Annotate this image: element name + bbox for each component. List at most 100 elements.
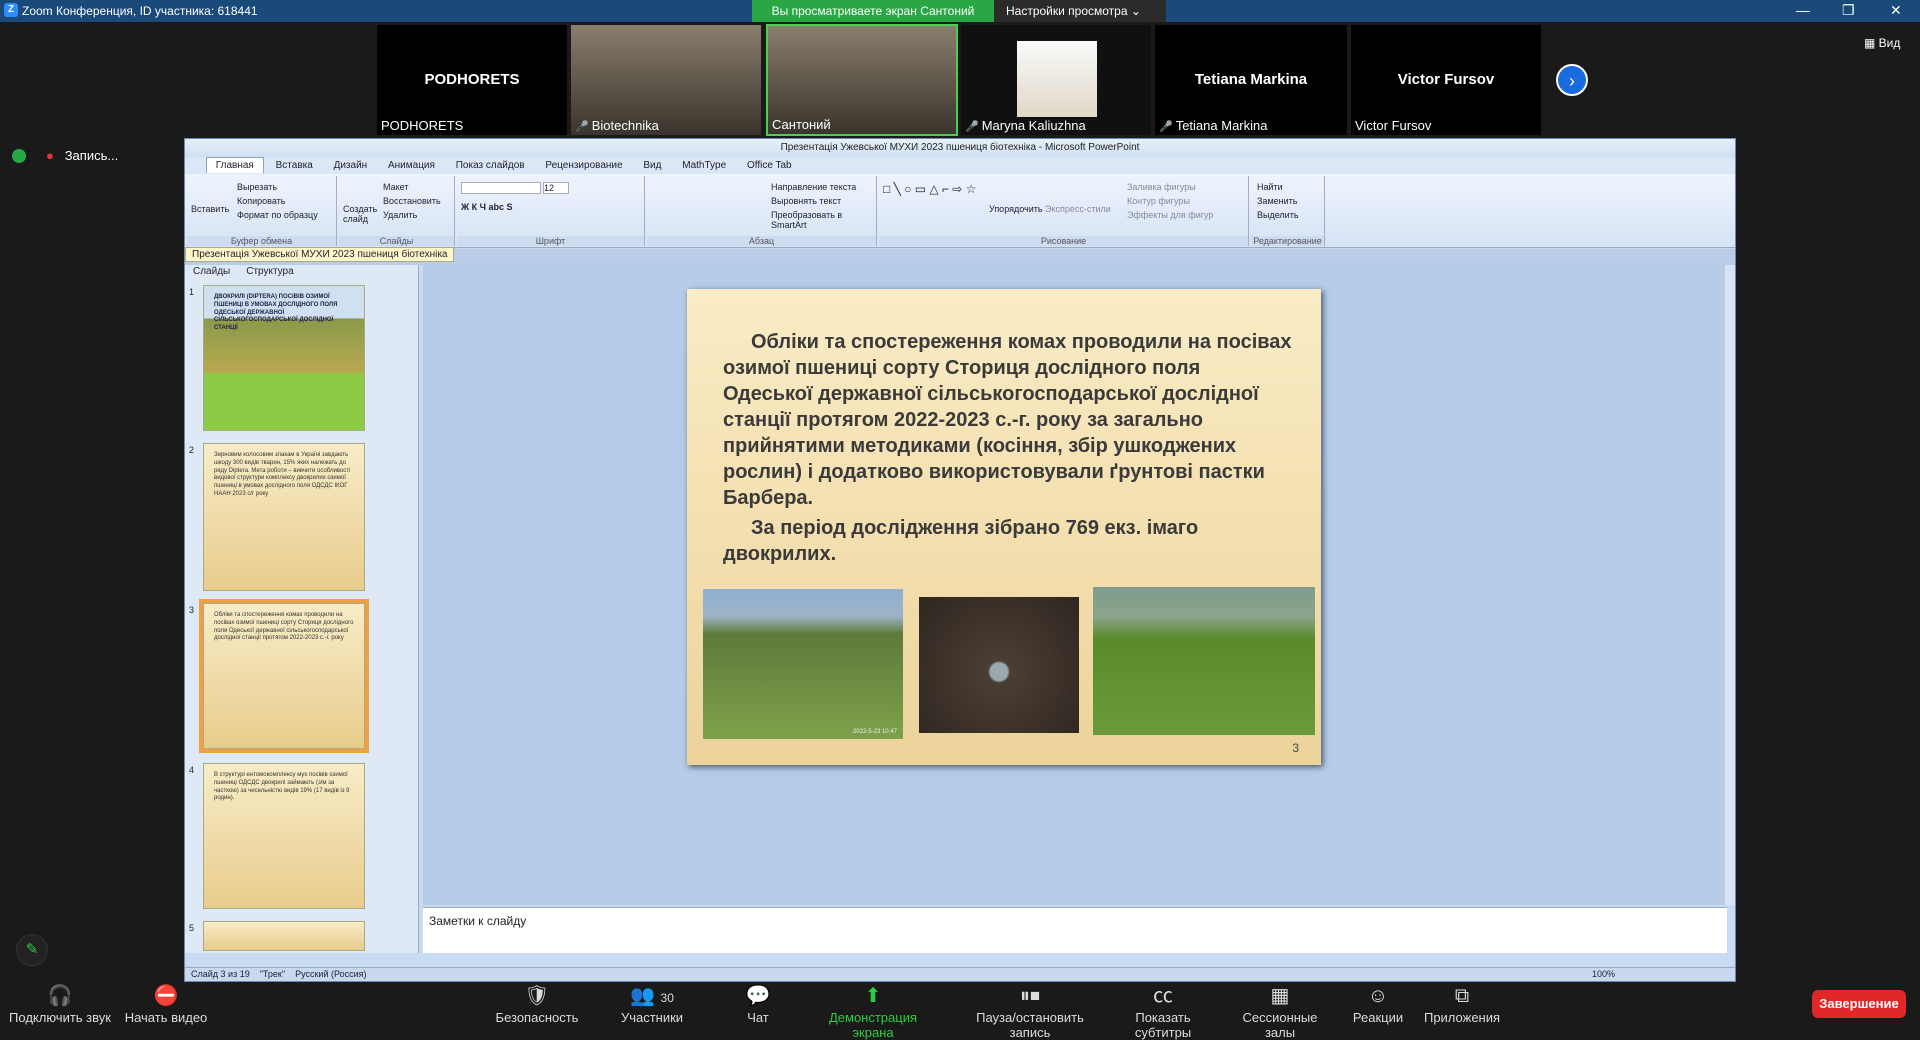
- replace-button[interactable]: Заменить: [1257, 196, 1297, 206]
- shield-icon: 🛡: [524, 985, 550, 1007]
- mic-muted-icon: 🎤: [1159, 121, 1173, 133]
- share-banner: Вы просматриваете экран Сантоний Настрой…: [752, 0, 1166, 22]
- slide-thumbnail-selected[interactable]: Обліки та спостереження комах проводили …: [203, 603, 365, 749]
- captions-button[interactable]: ㏄ Показать субтитры: [1108, 982, 1218, 1040]
- smartart-button[interactable]: Преобразовать в SmartArt: [771, 210, 876, 230]
- tab-view[interactable]: Вид: [634, 158, 670, 173]
- tab-slideshow[interactable]: Показ слайдов: [447, 158, 534, 173]
- security-shield-icon: [12, 149, 26, 163]
- status-bar: Слайд 3 из 19 "Трек" Русский (Россия) 10…: [185, 967, 1735, 981]
- reset-button[interactable]: Восстановить: [383, 196, 441, 206]
- paste-button[interactable]: Вставить: [191, 204, 229, 214]
- slide-number: 4: [189, 765, 195, 775]
- bold-button[interactable]: Ж К Ч abc S: [461, 202, 512, 212]
- tab-slides[interactable]: Слайды: [185, 265, 238, 278]
- quick-styles-button[interactable]: Экспресс-стили: [1045, 204, 1111, 214]
- tab-mathtype[interactable]: MathType: [673, 158, 735, 173]
- slide-thumbnail[interactable]: В структурі ентомокомплексу мух посівів …: [203, 763, 365, 909]
- breakout-rooms-button[interactable]: ▦ Сессионные залы: [1228, 982, 1332, 1040]
- slide-thumbnail[interactable]: [203, 921, 365, 951]
- arrange-button[interactable]: Упорядочить: [989, 204, 1043, 214]
- shape-fill-button[interactable]: Заливка фигуры: [1127, 182, 1196, 192]
- tab-home[interactable]: Главная: [205, 157, 264, 173]
- participant-tile[interactable]: 🎤 Maryna Kaliuzhna: [960, 24, 1152, 136]
- pause-stop-icon: ⏸⏹: [1020, 985, 1040, 1007]
- slide-canvas[interactable]: Обліки та спостереження комах проводили …: [687, 289, 1321, 765]
- photo-date: 2022-5-23 10:47: [852, 729, 897, 735]
- tab-outline[interactable]: Структура: [238, 265, 301, 278]
- align-text-button[interactable]: Выровнять текст: [771, 196, 841, 206]
- participant-tile[interactable]: Victor Fursov Victor Fursov: [1350, 24, 1542, 136]
- document-tab[interactable]: Презентація Ужевської МУХИ 2023 пшениця …: [185, 247, 455, 262]
- slide-thumbnail[interactable]: ДВОКРИЛІ (DIPTERA) ПОСІВІВ ОЗИМОЇ ПШЕНИЦ…: [203, 285, 365, 431]
- pause-record-button[interactable]: ⏸⏹ Пауза/остановить запись: [960, 982, 1100, 1040]
- minimize-button[interactable]: —: [1796, 2, 1810, 18]
- security-button[interactable]: 🛡 Безопасность: [492, 982, 582, 1025]
- copy-button[interactable]: Копировать: [237, 196, 285, 206]
- participants-button[interactable]: 👥 30 Участники: [612, 982, 692, 1025]
- apps-button[interactable]: ⧉ Приложения: [1422, 982, 1502, 1025]
- video-off-icon: ⛔: [153, 985, 179, 1007]
- select-button[interactable]: Выделить: [1257, 210, 1299, 220]
- layout-button[interactable]: Макет: [383, 182, 408, 192]
- participant-tile[interactable]: 🎤 Biotechnika: [570, 24, 762, 136]
- slide-number: 5: [189, 923, 195, 933]
- cut-button[interactable]: Вырезать: [237, 182, 277, 192]
- participant-label: Victor Fursov: [1355, 118, 1432, 133]
- delete-button[interactable]: Удалить: [383, 210, 417, 220]
- tab-animation[interactable]: Анимация: [379, 158, 444, 173]
- notes-placeholder: Заметки к слайду: [429, 914, 527, 928]
- find-button[interactable]: Найти: [1257, 182, 1283, 192]
- slide-paragraph: Обліки та спостереження комах проводили …: [723, 331, 1292, 509]
- slide-number: 2: [189, 445, 195, 455]
- tab-design[interactable]: Дизайн: [325, 158, 377, 173]
- share-screen-icon: ⬆: [864, 985, 882, 1007]
- vertical-scrollbar[interactable]: [1725, 265, 1735, 905]
- end-meeting-button[interactable]: Завершение: [1812, 990, 1906, 1018]
- new-slide-button[interactable]: Создать слайд: [343, 204, 379, 224]
- slide-text[interactable]: Обліки та спостереження комах проводили …: [723, 329, 1293, 567]
- view-button[interactable]: ▦ Вид: [1864, 36, 1900, 50]
- view-settings-button[interactable]: Настройки просмотра ⌄: [994, 0, 1166, 22]
- next-page-button[interactable]: ›: [1556, 64, 1588, 96]
- tab-insert[interactable]: Вставка: [267, 158, 322, 173]
- participant-tile[interactable]: PODHORETS PODHORETS: [376, 24, 568, 136]
- tab-officetab[interactable]: Office Tab: [738, 158, 801, 173]
- share-screen-button[interactable]: ⬆ Демонстрация экрана: [808, 982, 938, 1040]
- join-audio-button[interactable]: 🎧 Подключить звук: [8, 982, 112, 1025]
- zoom-level[interactable]: 100%: [1592, 969, 1615, 979]
- shapes-gallery[interactable]: □ ╲ ○ ▭ △ ⌐ ⇨ ☆: [883, 182, 976, 196]
- font-size-input[interactable]: 12: [543, 182, 569, 194]
- slide-number: 1: [189, 287, 195, 297]
- maximize-button[interactable]: ❐: [1842, 2, 1855, 19]
- participant-tile-active[interactable]: Сантоний: [766, 24, 958, 136]
- start-video-button[interactable]: ⛔ Начать видео: [124, 982, 208, 1025]
- chat-button[interactable]: 💬 Чат: [738, 982, 778, 1025]
- shape-outline-button[interactable]: Контур фигуры: [1127, 196, 1190, 206]
- tab-review[interactable]: Рецензирование: [536, 158, 631, 173]
- theme-name: "Трек": [259, 969, 286, 979]
- slide-thumbnail[interactable]: Зерновим колосовим злакам в Україні завд…: [203, 443, 365, 591]
- reactions-button[interactable]: ☺ Реакции: [1350, 982, 1406, 1025]
- participant-name-large: PODHORETS: [424, 71, 520, 88]
- font-name-input[interactable]: [461, 182, 541, 194]
- chevron-down-icon: ⌄: [1130, 4, 1141, 18]
- slide-paragraph: За період дослідження зібрано 769 екз. і…: [723, 517, 1199, 565]
- close-button[interactable]: ✕: [1890, 2, 1902, 19]
- notes-pane[interactable]: Заметки к слайду: [423, 907, 1727, 953]
- participant-tile[interactable]: Tetiana Markina 🎤 Tetiana Markina: [1154, 24, 1348, 136]
- recording-indicator[interactable]: ● Запись...: [46, 148, 118, 163]
- wheat-field-photo[interactable]: 2022-5-23 10:47: [703, 589, 903, 739]
- editing-group: Найти Заменить Выделить Редактирование: [1251, 176, 1325, 246]
- document-tab-bar: Презентація Ужевської МУХИ 2023 пшениця …: [185, 247, 1735, 265]
- shape-effects-button[interactable]: Эффекты для фигур: [1127, 210, 1213, 220]
- drawing-group: □ ╲ ○ ▭ △ ⌐ ⇨ ☆ Упорядочить Экспресс-сти…: [879, 176, 1249, 246]
- sweep-net-photo[interactable]: [1093, 587, 1315, 735]
- annotate-pen-icon[interactable]: ✎: [16, 934, 48, 966]
- smile-icon: ☺: [1367, 985, 1389, 1007]
- format-painter-button[interactable]: Формат по образцу: [237, 210, 318, 220]
- language[interactable]: Русский (Россия): [295, 969, 366, 979]
- pitfall-trap-photo[interactable]: [919, 597, 1079, 733]
- ribbon: Вставить Вырезать Копировать Формат по о…: [185, 174, 1735, 248]
- text-direction-button[interactable]: Направление текста: [771, 182, 856, 192]
